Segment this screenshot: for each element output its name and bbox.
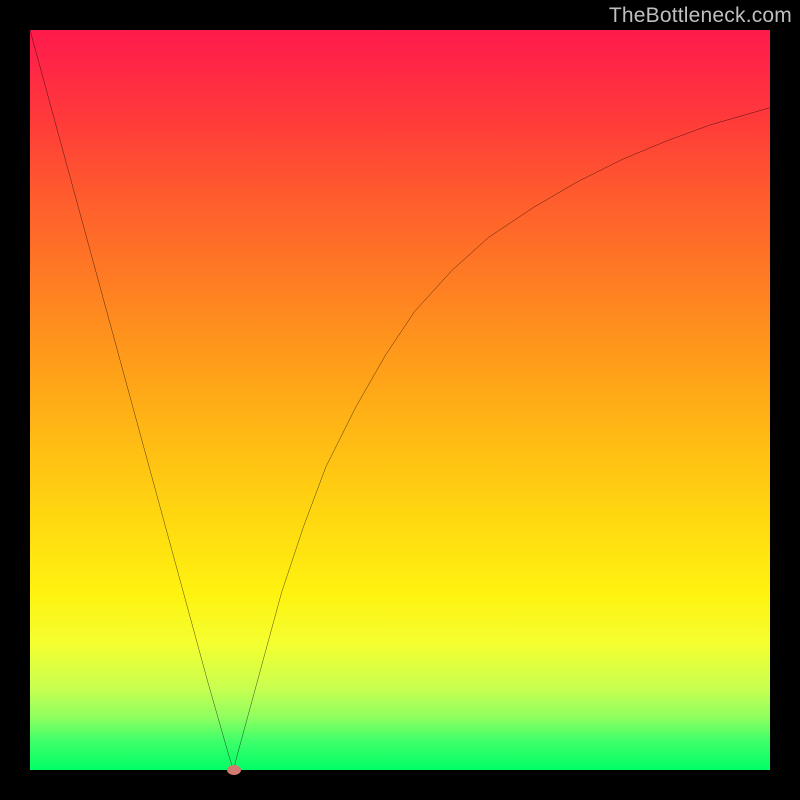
- bottleneck-curve: [30, 30, 770, 770]
- watermark-text: TheBottleneck.com: [609, 4, 792, 28]
- plot-area: [30, 30, 770, 770]
- chart-frame: TheBottleneck.com: [0, 0, 800, 800]
- optimal-point-marker: [227, 765, 241, 775]
- curve-svg: [30, 30, 770, 770]
